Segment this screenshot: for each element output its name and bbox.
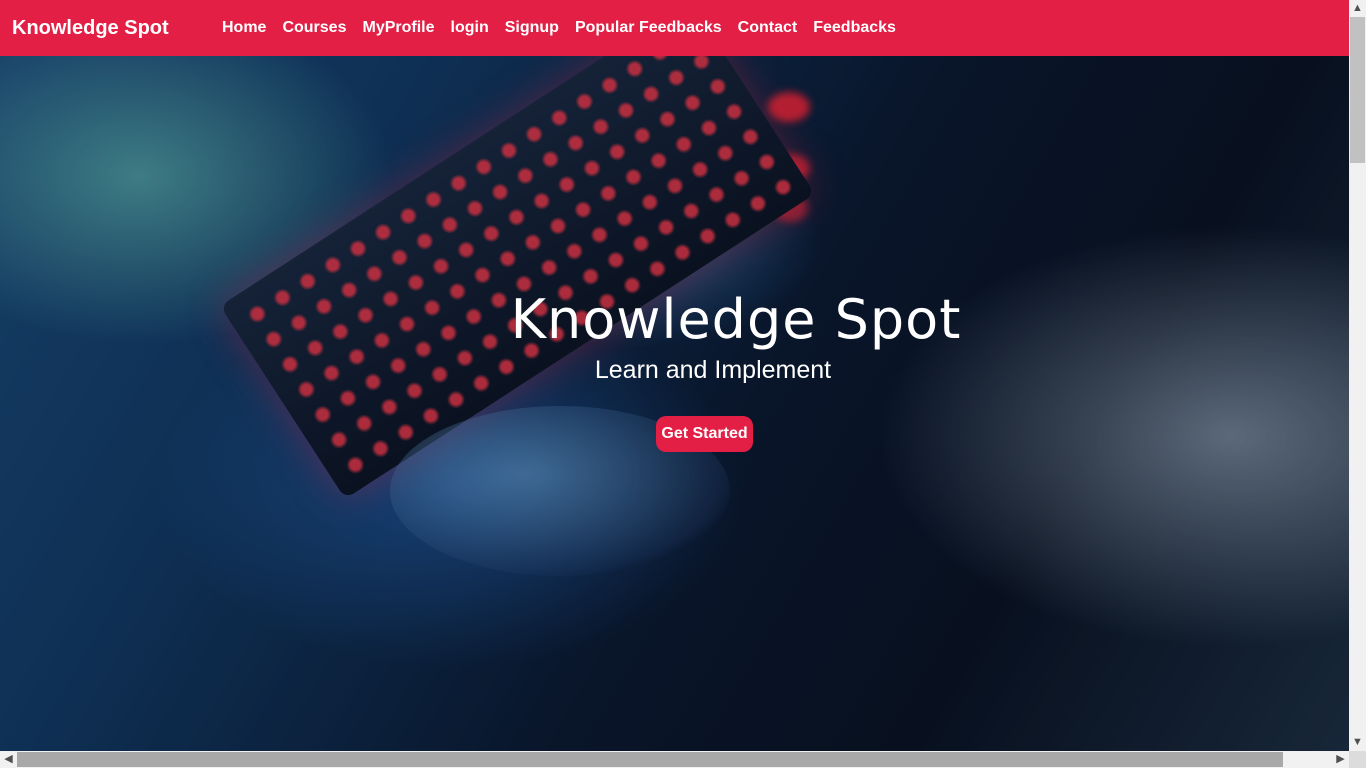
page: Knowledge Spot Home Courses MyProfile lo… xyxy=(0,0,1349,751)
brand-link[interactable]: Knowledge Spot xyxy=(12,17,222,40)
nav-link-contact[interactable]: Contact xyxy=(738,19,798,37)
chevron-right-icon[interactable]: ▶ xyxy=(1332,751,1349,768)
nav-link-feedbacks[interactable]: Feedbacks xyxy=(813,19,896,37)
hero-subtitle: Learn and Implement xyxy=(594,356,832,384)
vertical-scrollbar[interactable]: ▲ ▼ xyxy=(1349,0,1366,751)
scrollbar-corner xyxy=(1349,751,1366,768)
chevron-up-icon[interactable]: ▲ xyxy=(1349,0,1366,17)
nav-link-popular-feedbacks[interactable]: Popular Feedbacks xyxy=(575,19,722,37)
nav-link-myprofile[interactable]: MyProfile xyxy=(362,19,434,37)
nav-link-login[interactable]: login xyxy=(451,19,489,37)
horizontal-scrollbar-thumb[interactable] xyxy=(17,752,1283,767)
horizontal-scrollbar[interactable]: ◀ ▶ xyxy=(0,751,1349,768)
nav-link-courses[interactable]: Courses xyxy=(282,19,346,37)
vertical-scrollbar-thumb[interactable] xyxy=(1350,17,1365,163)
get-started-button[interactable]: Get Started xyxy=(656,416,753,452)
hero-title: Knowledge Spot xyxy=(510,288,962,351)
hero-section: Knowledge Spot Learn and Implement Get S… xyxy=(0,56,1349,751)
chevron-left-icon[interactable]: ◀ xyxy=(0,751,17,768)
hero-content: Knowledge Spot Learn and Implement Get S… xyxy=(0,56,1349,751)
navbar: Knowledge Spot Home Courses MyProfile lo… xyxy=(0,0,1349,56)
nav-links: Home Courses MyProfile login Signup Popu… xyxy=(222,19,912,37)
nav-link-home[interactable]: Home xyxy=(222,19,266,37)
nav-link-signup[interactable]: Signup xyxy=(505,19,559,37)
chevron-down-icon[interactable]: ▼ xyxy=(1349,734,1366,751)
